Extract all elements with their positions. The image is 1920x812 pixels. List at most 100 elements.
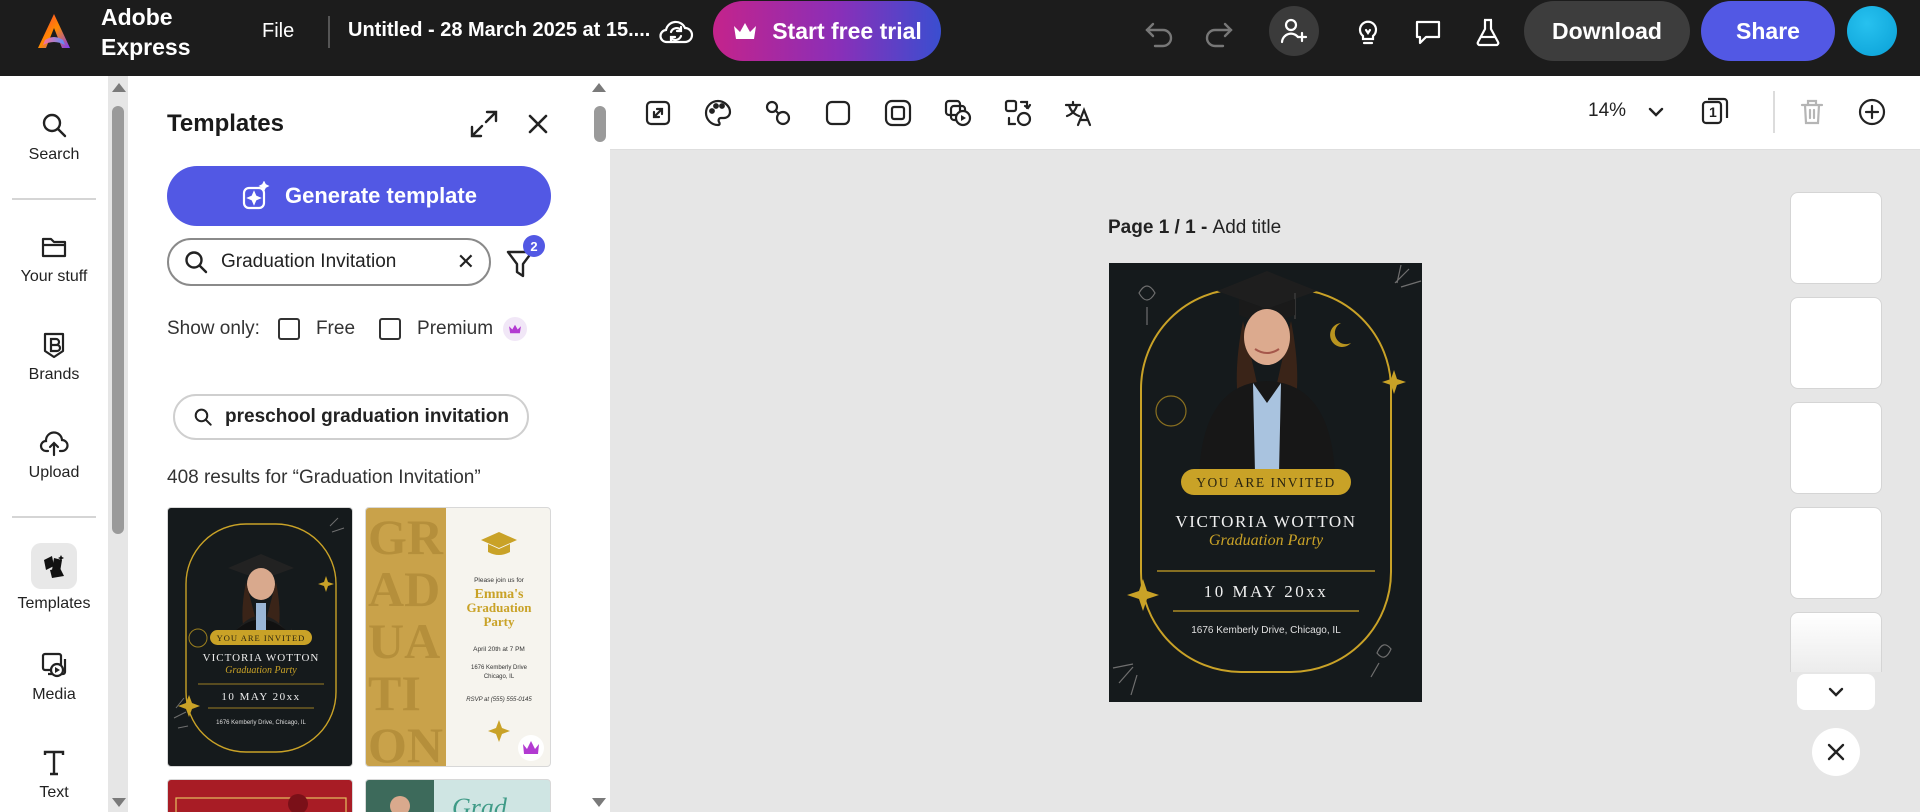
sparkle-icon [1382,370,1406,394]
cloud-sync-icon[interactable] [656,14,696,50]
clear-search-icon[interactable]: ✕ [457,249,475,275]
text-icon [43,750,65,776]
thumb-join-text: Please join us for [474,577,525,584]
templates-panel: Templates Generate template ✕ 2 Show onl… [128,76,610,812]
document-title[interactable]: Untitled - 28 March 2025 at 15.... [348,19,650,42]
show-only-filters: Show only: Free Premium [167,317,528,341]
rail-item-your-stuff[interactable]: Your stuff [0,232,108,286]
search-icon [42,113,67,138]
undo-button[interactable] [1139,12,1179,52]
brand-icon [43,332,65,359]
rail-item-upload[interactable]: Upload [0,428,108,482]
page-thumbnail-slot[interactable] [1790,507,1882,599]
thumbnail-art: YOU ARE INVITED VICTORIA WOTTON Graduati… [173,517,345,753]
panel-scroll-up[interactable] [592,83,606,92]
zoom-level[interactable]: 14% [1588,100,1626,122]
pages-button[interactable]: 1 [1700,96,1730,126]
free-label: Free [315,318,356,339]
rail-label: Brands [28,366,80,383]
left-rail: Search Your stuff Brands Upload Template… [0,76,108,812]
thumb-rsvp-text: RSVP at (555) 555-0145 [466,697,532,703]
comment-icon [1415,20,1441,45]
translate-icon[interactable] [1063,98,1093,128]
filter-count-badge: 2 [523,235,545,257]
chevron-down-icon[interactable] [1646,102,1666,122]
rail-label: Search [28,146,80,163]
comments-button[interactable] [1408,12,1448,52]
expand-icon[interactable] [469,109,499,139]
page-thumbnail-slot[interactable] [1790,402,1882,494]
rail-label: Templates [17,595,91,612]
labs-button[interactable] [1468,12,1508,52]
template-thumbnail[interactable]: YOU ARE INVITED VICTORIA WOTTON Graduati… [167,507,353,767]
resize-icon[interactable] [643,98,673,128]
thumbnail-art: GR AD UA TI ON Please join us for Emma's… [366,508,544,766]
rail-item-brands[interactable]: Brands [0,330,108,384]
start-free-trial-label: Start free trial [772,17,922,44]
rail-scroll-down[interactable] [112,798,126,807]
collapse-pages-button[interactable] [1797,674,1875,710]
template-search-box: ✕ [167,238,491,286]
share-button[interactable]: Share [1701,1,1835,61]
square-icon[interactable] [823,98,853,128]
thumb-big-letters: UA [368,613,440,669]
premium-crown-icon [503,317,528,341]
generate-template-button[interactable]: Generate template [167,166,551,226]
rail-item-templates[interactable]: Templates [0,543,108,613]
tips-button[interactable] [1348,12,1388,52]
trash-icon[interactable] [1797,97,1827,127]
file-menu-button[interactable]: File [262,20,294,43]
download-button[interactable]: Download [1524,1,1690,61]
add-icon[interactable] [1857,97,1887,127]
add-title-link[interactable]: Add title [1213,217,1282,238]
start-free-trial-button[interactable]: Start free trial [713,1,941,61]
profile-avatar[interactable] [1847,6,1897,56]
template-search-input[interactable] [221,251,431,273]
undo-icon [1145,22,1173,48]
crown-icon [734,23,757,39]
template-thumbnail[interactable]: GR AD UA TI ON Please join us for Emma's… [365,507,551,767]
frame-icon[interactable] [883,98,913,128]
redo-icon [1205,22,1233,48]
star-icon [488,720,510,742]
search-icon [185,251,208,274]
design-artboard[interactable]: YOU ARE INVITED VICTORIA WOTTON Graduati… [1109,263,1422,702]
shapes-icon[interactable] [763,98,793,128]
template-thumbnail[interactable] [167,779,353,812]
palette-icon[interactable] [703,98,733,128]
rail-label: Media [32,686,76,703]
rail-scrollbar[interactable] [112,106,124,534]
replace-icon[interactable] [1003,98,1033,128]
premium-checkbox[interactable] [379,318,402,340]
rail-item-media[interactable]: Media [0,650,108,704]
free-checkbox[interactable] [277,318,300,340]
redo-button[interactable] [1199,12,1239,52]
rail-item-text[interactable]: Text [0,748,108,802]
invited-text[interactable]: YOU ARE INVITED [1196,475,1336,490]
animation-icon[interactable] [943,98,973,128]
panel-scroll-down[interactable] [592,798,606,807]
thumb-script-text: Graduation Party [225,665,297,676]
date-text[interactable]: 10 MAY 20xx [1204,582,1328,601]
results-count: 408 results for “Graduation Invitation” [167,467,481,488]
close-icon[interactable] [526,112,550,136]
rail-item-search[interactable]: Search [0,110,108,164]
thumb-date-text: 10 MAY 20xx [221,691,300,703]
address-text[interactable]: 1676 Kemberly Drive, Chicago, IL [1191,625,1341,636]
template-thumbnail[interactable]: Grad [365,779,551,812]
invite-button[interactable] [1269,6,1319,56]
close-pages-button[interactable] [1812,728,1860,776]
adobe-express-logo-icon[interactable] [34,12,74,52]
panel-scrollbar[interactable] [594,106,606,142]
page-thumbnail-slot[interactable] [1790,297,1882,389]
toolbar-divider [1773,91,1775,133]
thumb-grad-text: Grad [452,793,508,812]
rail-scroll-up[interactable] [112,83,126,92]
page-thumbnail-slot[interactable] [1790,192,1882,284]
script-text[interactable]: Graduation Party [1209,532,1324,549]
thumb-address-text: 1676 Kemberly Drive [471,665,528,671]
name-text[interactable]: VICTORIA WOTTON [1175,512,1356,531]
page-thumbnail-slot[interactable] [1790,612,1882,672]
suggested-search-pill[interactable]: preschool graduation invitation [173,394,529,440]
thumb-date-text: April 20th at 7 PM [473,646,525,653]
